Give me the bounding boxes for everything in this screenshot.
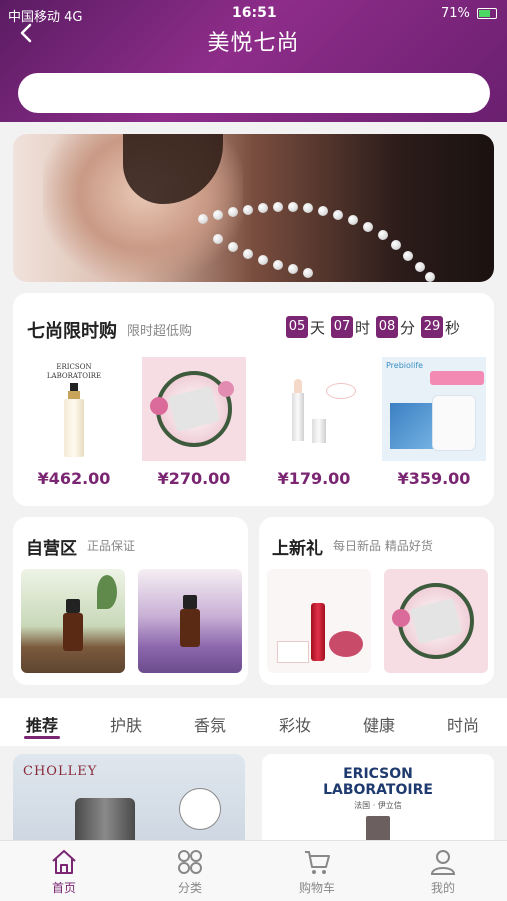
flash-product-4[interactable]: Prebiolife: [382, 357, 486, 461]
countdown-minutes-unit: 分: [400, 318, 416, 337]
bottle-image: [64, 383, 84, 457]
nav-cart-label: 购物车: [298, 881, 335, 895]
product-badge: Prebiolife: [386, 361, 424, 370]
lip-balm-image: [292, 379, 304, 441]
new-arrival-product-2[interactable]: [384, 569, 488, 673]
drink-bottle-image: [311, 603, 325, 661]
product-brand-2: LABORATOIRE: [46, 372, 102, 380]
flash-price-4: ¥359.00: [397, 469, 471, 488]
self-run-product-2[interactable]: [138, 569, 242, 673]
countdown-seconds-unit: 秒: [445, 318, 461, 337]
countdown-hours: 07: [331, 316, 354, 338]
flash-product-1[interactable]: ERICSON LABORATOIRE: [22, 357, 126, 461]
new-arrival-product-1[interactable]: [267, 569, 371, 673]
cart-icon: [305, 851, 330, 874]
battery-icon: [477, 8, 497, 19]
self-run-card[interactable]: 自营区 正品保证: [13, 517, 248, 685]
product-brand-2: LABORATOIRE: [323, 782, 433, 798]
battery-percent: 71%: [440, 6, 470, 21]
flash-product-3[interactable]: [262, 357, 366, 461]
header: 中国移动 4G 16:51 71% 美悦七尚: [0, 0, 507, 122]
tab-fragrance[interactable]: 香氛: [194, 712, 226, 736]
product-brand: ERICSON: [343, 766, 413, 782]
nav-profile[interactable]: 我的: [403, 847, 483, 896]
nav-cart[interactable]: 购物车: [277, 847, 357, 896]
battery-label: 71%: [441, 6, 497, 21]
new-arrivals-subtitle: 每日新品 精品好货: [333, 539, 433, 553]
bottom-navigation: 首页 分类 购物车 我的: [0, 840, 507, 901]
status-bar: 中国移动 4G 16:51 71%: [0, 0, 507, 28]
nav-profile-label: 我的: [430, 881, 455, 895]
flash-price-3: ¥179.00: [277, 469, 351, 488]
nav-home[interactable]: 首页: [24, 847, 104, 896]
product-brand: ERICSON: [56, 363, 92, 371]
essential-oil-bottle-image: [180, 595, 200, 647]
self-run-subtitle: 正品保证: [87, 539, 136, 553]
nav-category[interactable]: 分类: [150, 847, 230, 896]
tab-recommend[interactable]: 推荐: [26, 712, 58, 736]
nav-category-label: 分类: [177, 881, 202, 895]
new-arrivals-card[interactable]: 上新礼 每日新品 精品好货: [259, 517, 494, 685]
countdown-timer: 05 天 07 时 08 分 29 秒: [286, 316, 466, 338]
active-tab-indicator: [24, 736, 60, 739]
search-input[interactable]: [18, 73, 490, 113]
page-title: 美悦七尚: [207, 31, 300, 56]
flash-sale-title: 七尚限时购: [27, 321, 117, 342]
flash-sale-subtitle: 限时超低购: [127, 324, 193, 339]
grid-icon: [178, 850, 202, 874]
product-origin: 法国 · 伊立信: [354, 801, 402, 810]
countdown-seconds: 29: [421, 316, 444, 338]
flash-price-1: ¥462.00: [37, 469, 111, 488]
self-run-product-1[interactable]: [21, 569, 125, 673]
seal-icon: [179, 788, 221, 830]
product-brand: CHOLLEY: [23, 764, 98, 779]
tab-makeup[interactable]: 彩妆: [279, 712, 311, 736]
tab-fashion[interactable]: 时尚: [447, 712, 479, 736]
new-arrivals-title: 上新礼: [272, 539, 323, 559]
self-run-title: 自营区: [26, 539, 77, 559]
essential-oil-bottle-image: [63, 599, 83, 651]
nav-home-label: 首页: [51, 881, 76, 895]
clock: 16:51: [232, 5, 277, 21]
flash-product-2[interactable]: [142, 357, 246, 461]
countdown-days-unit: 天: [310, 318, 326, 337]
promo-banner[interactable]: [13, 134, 494, 282]
flash-price-2: ¥270.00: [157, 469, 231, 488]
countdown-hours-unit: 时: [355, 318, 371, 337]
tab-skincare[interactable]: 护肤: [110, 712, 142, 736]
countdown-minutes: 08: [376, 316, 399, 338]
home-icon: [52, 850, 76, 874]
tab-health[interactable]: 健康: [363, 712, 395, 736]
flash-sale-card: 七尚限时购 限时超低购 05 天 07 时 08 分 29 秒 ERICSON LABO…: [13, 293, 494, 506]
category-tabs: 推荐 护肤 香氛 彩妆 健康 时尚: [0, 698, 507, 746]
countdown-days: 05: [286, 316, 308, 338]
user-icon: [430, 850, 456, 875]
